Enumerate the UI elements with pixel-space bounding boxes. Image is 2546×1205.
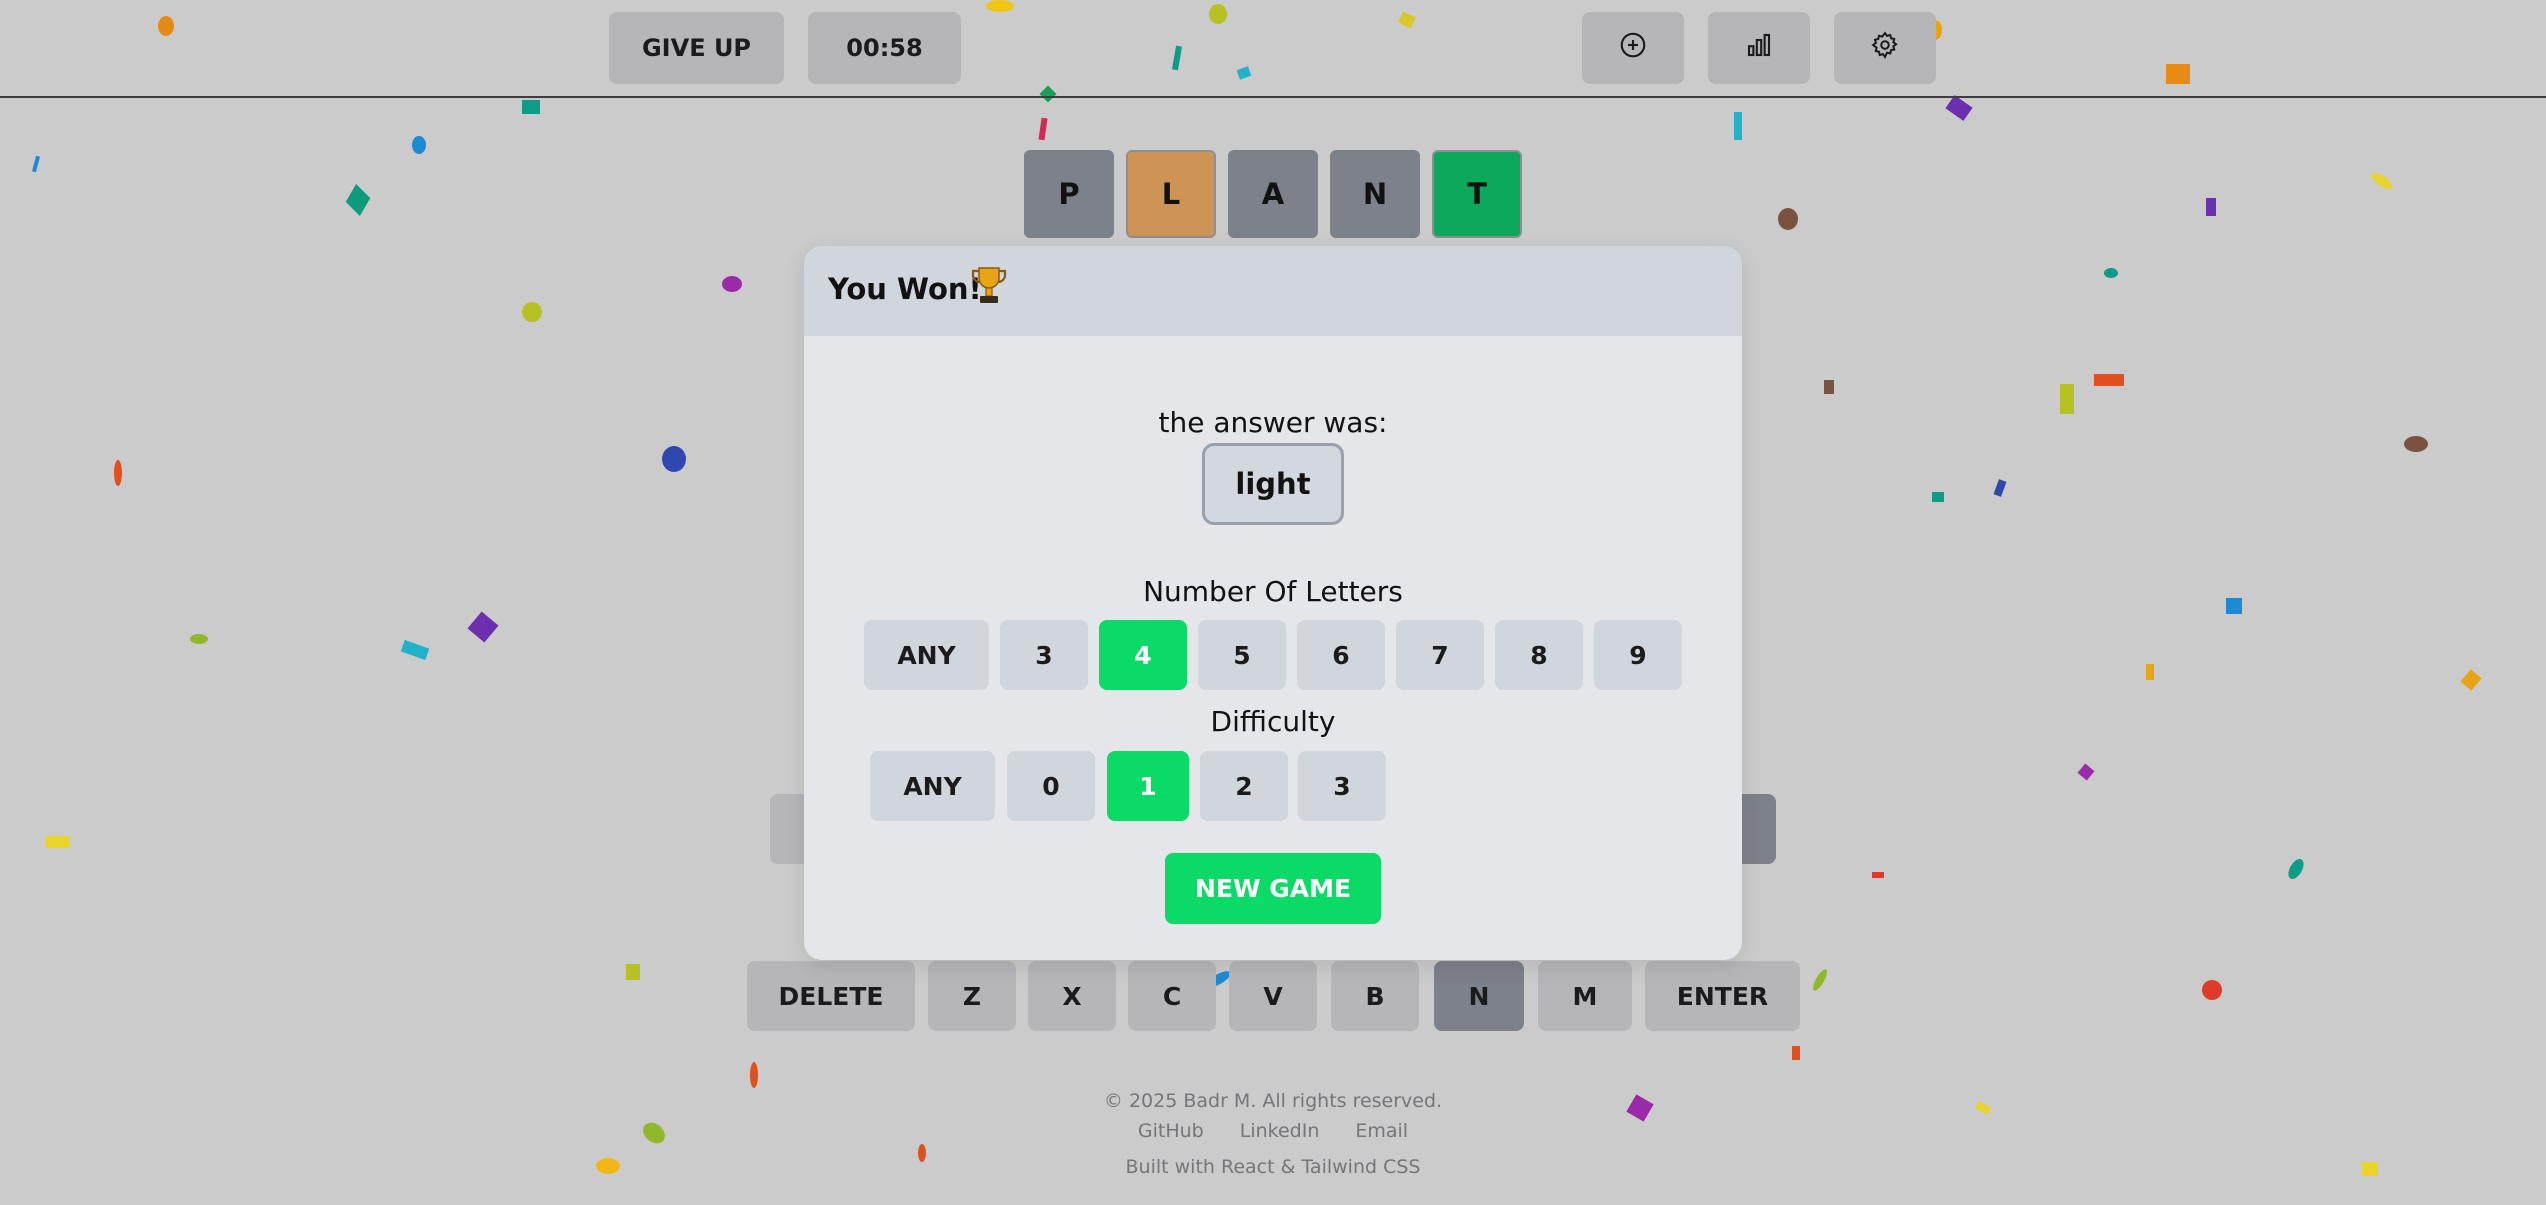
confetti-piece (467, 611, 499, 643)
confetti-piece (1993, 479, 2007, 497)
letters-option-any[interactable]: ANY (864, 620, 989, 690)
confetti-piece (1810, 967, 1830, 993)
letters-option-7[interactable]: 7 (1396, 620, 1484, 690)
letters-option-8[interactable]: 8 (1495, 620, 1583, 690)
key-c[interactable]: C (1128, 961, 1216, 1031)
add-circle-icon (1618, 30, 1648, 66)
confetti-piece (2369, 170, 2395, 192)
give-up-button[interactable]: GIVE UP (609, 12, 784, 84)
key-x[interactable]: X (1028, 961, 1116, 1031)
tile-5: T (1432, 150, 1522, 238)
settings-button[interactable] (1834, 12, 1936, 84)
statistics-button[interactable] (1708, 12, 1810, 84)
confetti-piece (662, 446, 686, 472)
confetti-piece (2094, 374, 2124, 386)
confetti-piece (1824, 380, 1834, 394)
new-game-button[interactable]: NEW GAME (1165, 853, 1381, 924)
answer-label: the answer was: (1158, 406, 1388, 439)
confetti-piece (46, 836, 70, 848)
confetti-piece (722, 276, 742, 292)
confetti-piece (626, 964, 640, 980)
confetti-piece (2226, 598, 2242, 614)
top-bar (0, 0, 2546, 98)
difficulty-option-3[interactable]: 3 (1298, 751, 1386, 821)
built-with: Built with React & Tailwind CSS (1125, 1156, 1421, 1178)
confetti-piece (1734, 112, 1742, 140)
difficulty-option-2[interactable]: 2 (1200, 751, 1288, 821)
key-enter[interactable]: ENTER (1645, 961, 1800, 1031)
confetti-piece (2202, 980, 2222, 1000)
confetti-piece (114, 460, 122, 486)
modal-header: You Won! (804, 246, 1742, 336)
confetti-piece (2104, 268, 2118, 278)
confetti-piece (2285, 856, 2307, 882)
confetti-piece (2077, 763, 2095, 781)
confetti-piece (2404, 436, 2428, 452)
difficulty-option-1[interactable]: 1 (1107, 751, 1189, 821)
footer-links: GitHub LinkedIn Email (0, 1120, 2546, 1142)
copyright: © 2025 Badr M. All rights reserved. (1103, 1090, 1443, 1112)
difficulty-label: Difficulty (1210, 705, 1336, 738)
new-game-icon-button[interactable] (1582, 12, 1684, 84)
confetti-piece (1945, 95, 1973, 121)
confetti-piece (190, 634, 208, 644)
key-m[interactable]: M (1538, 961, 1632, 1031)
linkedin-link[interactable]: LinkedIn (1234, 1120, 1326, 1142)
confetti-piece (1872, 872, 1884, 878)
key-delete[interactable]: DELETE (747, 961, 915, 1031)
confetti-piece (2146, 664, 2154, 680)
confetti-piece (412, 136, 426, 154)
letters-option-5[interactable]: 5 (1198, 620, 1286, 690)
confetti-piece (31, 155, 41, 173)
bar-chart-icon (1744, 30, 1774, 66)
key-b[interactable]: B (1331, 961, 1419, 1031)
key-v[interactable]: V (1229, 961, 1317, 1031)
difficulty-option-0[interactable]: 0 (1007, 751, 1095, 821)
answer-word: light (1202, 443, 1344, 525)
confetti-piece (2206, 198, 2216, 216)
tile-2: L (1126, 150, 1216, 238)
tile-1: P (1024, 150, 1114, 238)
letters-option-4[interactable]: 4 (1099, 620, 1187, 690)
tile-4: N (1330, 150, 1420, 238)
key-z[interactable]: Z (928, 961, 1016, 1031)
modal-title: You Won! (828, 272, 982, 306)
confetti-piece (1038, 117, 1048, 141)
letters-option-9[interactable]: 9 (1594, 620, 1682, 690)
confetti-piece (750, 1062, 758, 1088)
win-modal: You Won! the answer was: light Number Of… (804, 246, 1742, 960)
confetti-piece (1932, 492, 1944, 502)
email-link[interactable]: Email (1349, 1120, 1414, 1142)
letters-option-3[interactable]: 3 (1000, 620, 1088, 690)
github-link[interactable]: GitHub (1132, 1120, 1210, 1142)
letters-label: Number Of Letters (1143, 575, 1403, 608)
difficulty-option-any[interactable]: ANY (870, 751, 995, 821)
confetti-piece (2460, 669, 2482, 691)
confetti-piece (522, 100, 540, 114)
confetti-piece (1778, 208, 1798, 230)
confetti-piece (400, 639, 430, 661)
confetti-piece (2060, 384, 2074, 414)
confetti-piece (522, 302, 542, 322)
timer: 00:58 (808, 12, 961, 84)
confetti-piece (1792, 1046, 1800, 1060)
trophy-icon (970, 264, 1008, 308)
confetti-piece (345, 183, 371, 217)
tile-3: A (1228, 150, 1318, 238)
gear-icon (1870, 30, 1900, 66)
letters-option-6[interactable]: 6 (1297, 620, 1385, 690)
key-n[interactable]: N (1434, 961, 1524, 1031)
